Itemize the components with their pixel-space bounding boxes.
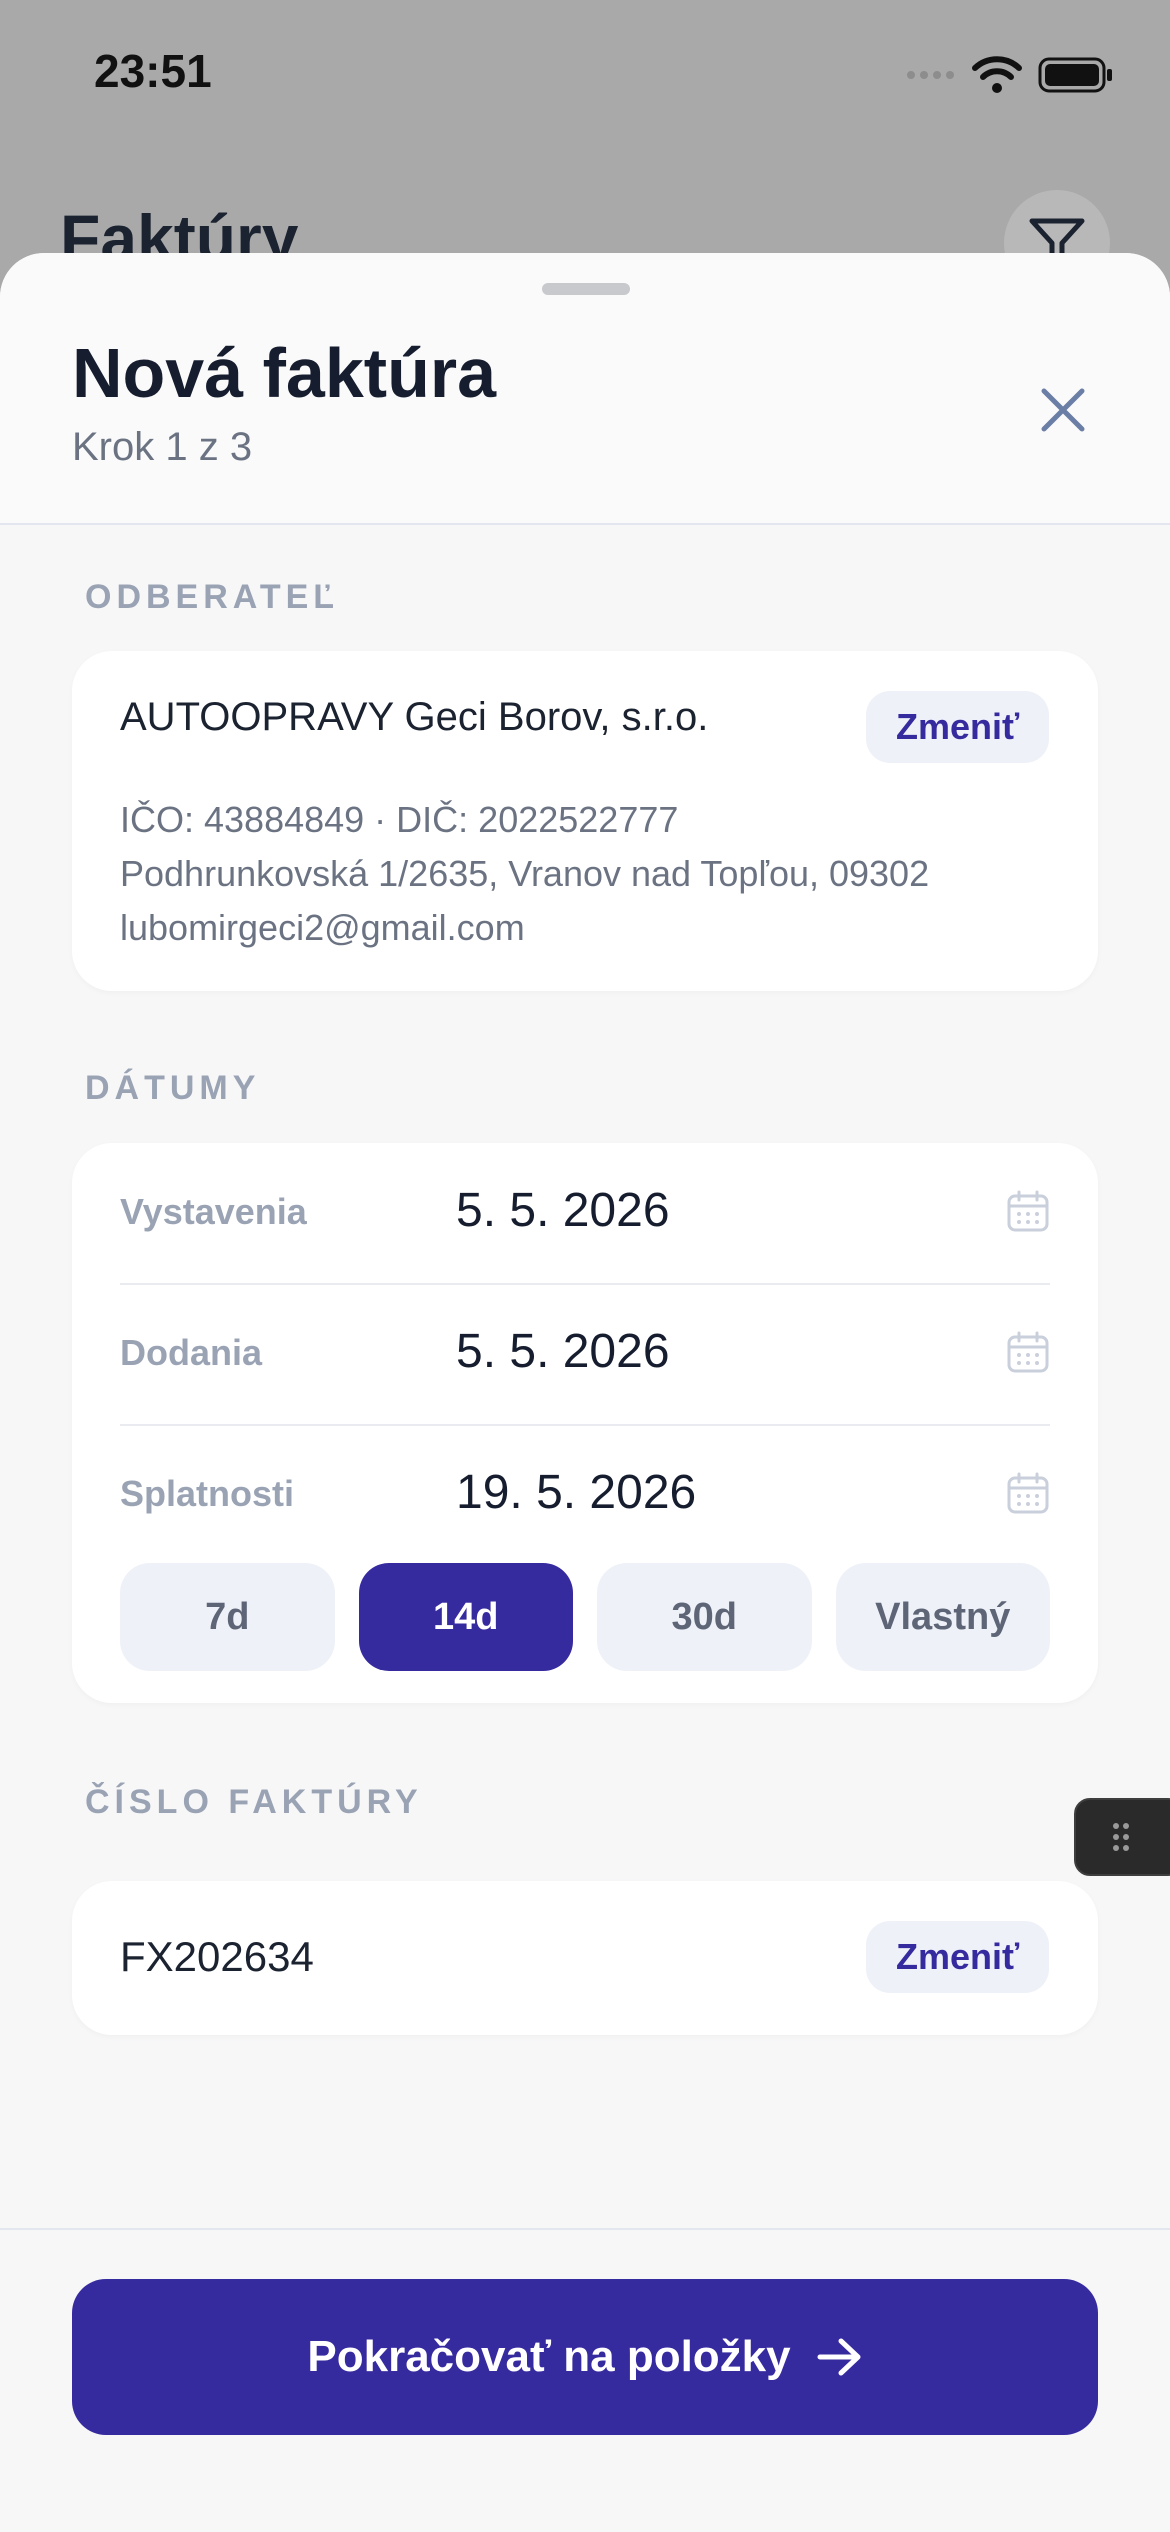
status-icons [906,56,1114,94]
customer-email: lubomirgeci2@gmail.com [120,907,525,948]
issue-date-value: 5. 5. 2026 [456,1184,670,1237]
continue-button-label: Pokračovať na položky [307,2332,791,2381]
dates-card: Vystavenia 5. 5. 2026 Dodania 5. 5. 2026… [72,1143,1098,1703]
date-row-issue[interactable]: Vystavenia 5. 5. 2026 [120,1143,1050,1283]
wifi-icon [972,56,1022,93]
close-button[interactable] [1024,371,1102,449]
floating-drag-handle[interactable] [1074,1798,1170,1876]
calendar-icon[interactable] [1006,1471,1050,1515]
change-customer-button[interactable]: Zmeniť [866,691,1050,763]
due-option-custom[interactable]: Vlastný [835,1563,1050,1671]
due-option-30d[interactable]: 30d [597,1563,812,1671]
customer-section-label: ODBERATEĽ [85,578,340,616]
delivery-date-label: Dodania [120,1332,263,1373]
customer-address: Podhrunkovská 1/2635, Vranov nad Topľou,… [120,853,930,894]
sheet-header: Nová faktúra Krok 1 z 3 [0,253,1170,525]
signal-icon [907,71,954,79]
sheet-grabber[interactable] [542,283,630,295]
continue-to-items-button[interactable]: Pokračovať na položky [72,2279,1098,2435]
customer-ids: IČO: 43884849 · DIČ: 2022522777 [120,799,679,840]
invoice-number-section-label: ČÍSLO FAKTÚRY [85,1783,423,1821]
customer-card: AUTOOPRAVY Geci Borov, s.r.o. Zmeniť IČO… [72,651,1098,991]
due-option-14d[interactable]: 14d [358,1563,573,1671]
sheet-title: Nová faktúra [72,334,497,412]
status-time: 23:51 [94,45,212,97]
calendar-icon[interactable] [1006,1189,1050,1233]
close-icon [1041,388,1085,432]
issue-date-label: Vystavenia [120,1191,307,1232]
change-invoice-number-button[interactable]: Zmeniť [866,1921,1050,1993]
arrow-right-icon [817,2338,861,2376]
customer-name: AUTOOPRAVY Geci Borov, s.r.o. [120,695,709,739]
calendar-icon[interactable] [1006,1330,1050,1374]
dates-section-label: DÁTUMY [85,1069,261,1107]
drag-handle-icon [1113,1823,1129,1851]
new-invoice-sheet: Nová faktúra Krok 1 z 3 ODBERATEĽ AUTOOP… [0,253,1170,2532]
battery-icon [1038,57,1112,93]
date-row-due[interactable]: Splatnosti 19. 5. 2026 [120,1425,1050,1565]
invoice-number-card: FX202634 Zmeniť [72,1881,1098,2035]
due-option-7d[interactable]: 7d [120,1563,335,1671]
due-term-selector: 7d 14d 30d Vlastný [120,1563,1050,1671]
invoice-number-value: FX202634 [120,1933,314,1980]
due-date-label: Splatnosti [120,1473,295,1514]
step-indicator: Krok 1 z 3 [72,425,253,469]
date-row-delivery[interactable]: Dodania 5. 5. 2026 [120,1284,1050,1424]
due-date-value: 19. 5. 2026 [456,1466,697,1519]
delivery-date-value: 5. 5. 2026 [456,1325,670,1378]
